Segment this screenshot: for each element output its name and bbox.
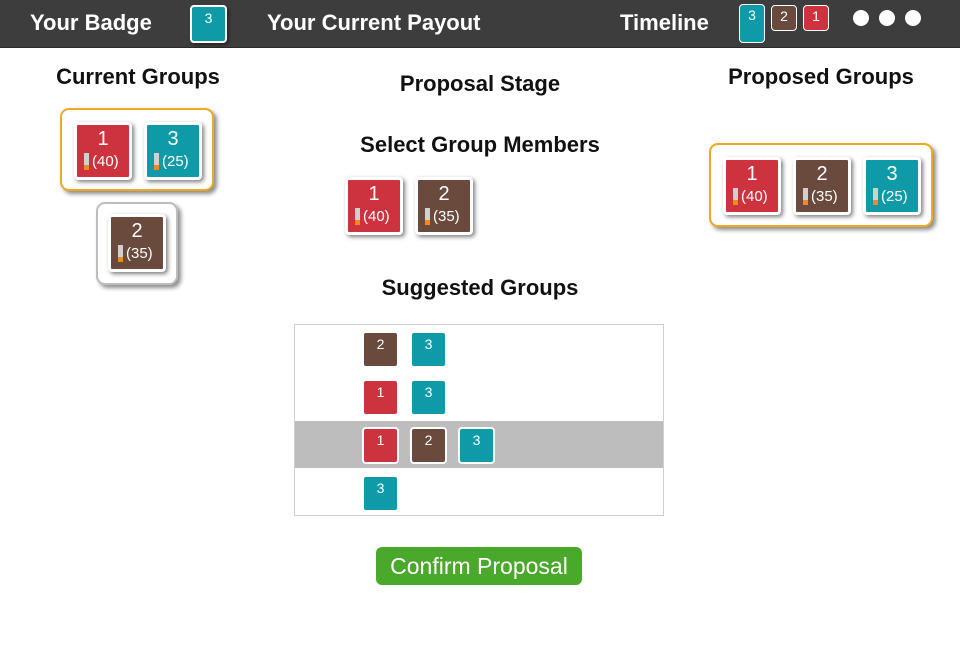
timeline-step-2: 2 [771, 5, 797, 31]
payout-bar-fill [154, 164, 159, 170]
suggested-groups-list: 2 3 1 3 1 2 3 3 [294, 324, 664, 516]
suggested-group-row[interactable]: 3 [295, 469, 663, 516]
payout-bar [118, 245, 123, 262]
progress-dot [853, 10, 869, 26]
payout-bar [803, 188, 808, 205]
payout-bar-fill [873, 199, 878, 205]
player-number: 2 [438, 183, 450, 205]
select-player-2[interactable]: 2 (35) [415, 177, 473, 235]
payout-bar-fill [425, 219, 430, 225]
suggested-member: 1 [362, 379, 399, 416]
proposed-player-2[interactable]: 2 (35) [793, 157, 851, 215]
player-number: 1 [746, 163, 758, 185]
select-members-title: Select Group Members [360, 132, 600, 157]
player-payout: (40) [363, 208, 390, 225]
payout-bar [733, 188, 738, 205]
player-payout: (25) [162, 153, 189, 170]
current-group: 2 (35) [96, 202, 178, 285]
payout-bar-fill [733, 199, 738, 205]
player-number: 1 [368, 183, 380, 205]
top-bar: Your Badge 3 Your Current Payout Timelin… [0, 0, 960, 48]
player-payout: (35) [126, 245, 153, 262]
select-player-1[interactable]: 1 (40) [345, 177, 403, 235]
badge-tile: 3 [190, 5, 227, 43]
progress-dot [879, 10, 895, 26]
proposed-groups-title: Proposed Groups [728, 64, 914, 89]
payout-label: Your Current Payout [267, 10, 481, 35]
suggested-member: 2 [410, 427, 447, 464]
payout-bar-fill [803, 199, 808, 205]
player-payout: (25) [881, 188, 908, 205]
payout-bar [84, 153, 89, 170]
proposed-player-1[interactable]: 1 (40) [723, 157, 781, 215]
player-number: 1 [97, 128, 109, 150]
suggested-member: 1 [362, 427, 399, 464]
player-tile-2[interactable]: 2 (35) [108, 214, 166, 272]
proposed-group: 1 (40) 2 (35) 3 (25) [709, 143, 933, 227]
payout-bar [154, 153, 159, 170]
suggested-groups-title: Suggested Groups [381, 275, 579, 300]
badge-label: Your Badge [30, 10, 152, 35]
timeline-step-3: 3 [739, 4, 765, 43]
suggested-member: 3 [410, 331, 447, 368]
player-payout: (35) [811, 188, 838, 205]
payout-bar [873, 188, 878, 205]
payout-bar-fill [84, 164, 89, 170]
player-number: 2 [131, 220, 143, 242]
timeline-step-1: 1 [803, 5, 829, 31]
suggested-member: 3 [362, 475, 399, 512]
payout-bar-fill [118, 256, 123, 262]
stage-title: Proposal Stage [399, 71, 561, 96]
suggested-member: 2 [362, 331, 399, 368]
current-group: 1 (40) 3 (25) [60, 108, 214, 191]
player-payout: (40) [92, 153, 119, 170]
suggested-group-row[interactable]: 2 3 [295, 325, 663, 372]
payout-bar [355, 208, 360, 225]
payout-bar [425, 208, 430, 225]
player-tile-3[interactable]: 3 (25) [144, 122, 202, 180]
player-number: 3 [886, 163, 898, 185]
suggested-group-row-selected[interactable]: 1 2 3 [295, 421, 663, 468]
timeline-label: Timeline [620, 10, 709, 35]
player-payout: (40) [741, 188, 768, 205]
suggested-group-row[interactable]: 1 3 [295, 373, 663, 420]
suggested-member: 3 [410, 379, 447, 416]
progress-dot [905, 10, 921, 26]
proposed-player-3[interactable]: 3 (25) [863, 157, 921, 215]
current-groups-title: Current Groups [56, 64, 220, 89]
player-payout: (35) [433, 208, 460, 225]
player-tile-1[interactable]: 1 (40) [74, 122, 132, 180]
payout-bar-fill [355, 219, 360, 225]
suggested-member: 3 [458, 427, 495, 464]
confirm-proposal-button[interactable]: Confirm Proposal [376, 547, 582, 585]
player-number: 3 [167, 128, 179, 150]
player-number: 2 [816, 163, 828, 185]
